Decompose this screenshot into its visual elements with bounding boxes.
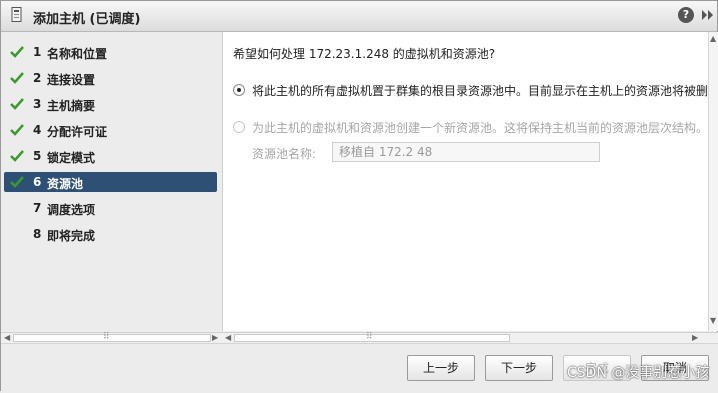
back-button[interactable]: 上一步	[407, 355, 475, 381]
next-button[interactable]: 下一步	[485, 355, 553, 381]
scrollbar-thumb[interactable]	[13, 334, 211, 342]
scroll-left-icon[interactable]: ◀	[4, 333, 10, 342]
scroll-down-icon[interactable]: ▼	[710, 316, 716, 325]
grip-icon: ⠿	[366, 332, 373, 342]
step-label: 主机摘要	[47, 99, 96, 113]
step-number: 3	[33, 97, 42, 111]
step-number: 4	[33, 123, 42, 137]
check-icon	[10, 124, 24, 136]
step-4[interactable]: 4 分配许可证	[4, 120, 217, 140]
step-6[interactable]: 6 资源池	[4, 172, 217, 192]
step-number: 1	[33, 45, 42, 59]
check-icon	[10, 72, 24, 84]
title-bar: 添加主机 (已调度) ?	[1, 1, 717, 32]
step-label: 调度选项	[47, 203, 96, 217]
resource-pool-pane: 希望如何处理 172.23.1.248 的虚拟机和资源池? 将此主机的所有虚拟机…	[222, 32, 709, 331]
scroll-up-icon[interactable]: ▲	[710, 34, 716, 43]
step-number: 2	[33, 71, 42, 85]
step-7[interactable]: 7 调度选项	[4, 198, 217, 218]
step-5[interactable]: 5 锁定模式	[4, 146, 217, 166]
step-label: 名称和位置	[47, 47, 108, 61]
step-number: 8	[33, 227, 42, 241]
step-label: 连接设置	[47, 73, 96, 87]
step-number: 6	[33, 175, 42, 189]
step-2[interactable]: 2 连接设置	[4, 68, 217, 88]
scroll-left-icon[interactable]: ◀	[225, 333, 231, 342]
step-label: 资源池	[47, 177, 84, 191]
wizard-steps-nav: 1 名称和位置 2 连接设置 3 主机摘要 4 分配许可证 5 锁定模式 6 资…	[1, 32, 222, 331]
check-icon	[10, 150, 24, 162]
option-new-pool-radio[interactable]	[233, 121, 245, 133]
step-8[interactable]: 8 即将完成	[4, 224, 217, 244]
check-icon	[10, 176, 24, 188]
help-icon[interactable]: ?	[678, 7, 694, 23]
step-label: 即将完成	[47, 229, 96, 243]
add-host-dialog: 添加主机 (已调度) ? 1 名称和位置 2 连接设置 3 主机摘要 4 分配许…	[0, 0, 718, 393]
scroll-right-icon[interactable]: ▶	[692, 333, 698, 342]
question-text: 希望如何处理 172.23.1.248 的虚拟机和资源池?	[233, 47, 496, 61]
step-label: 锁定模式	[47, 151, 96, 165]
watermark: CSDN @没事别惹小孩	[567, 365, 710, 381]
expand-icon[interactable]	[701, 9, 715, 21]
step-number: 7	[33, 201, 42, 215]
grip-icon: ⠿	[103, 332, 110, 342]
step-3[interactable]: 3 主机摘要	[4, 94, 217, 114]
dialog-title: 添加主机 (已调度)	[33, 12, 141, 27]
option-root-pool-radio[interactable]	[233, 84, 245, 96]
option-root-pool-label[interactable]: 将此主机的所有虚拟机置于群集的根目录资源池中。目前显示在主机上的资源池将被删	[252, 82, 708, 99]
step-1[interactable]: 1 名称和位置	[4, 42, 217, 62]
pool-name-input[interactable]: 移植自 172.2 48	[332, 142, 600, 162]
pool-name-label: 资源池名称:	[252, 147, 317, 161]
scroll-right-icon[interactable]: ▶	[212, 333, 218, 342]
host-icon	[11, 7, 22, 22]
step-number: 5	[33, 149, 42, 163]
check-icon	[10, 46, 24, 58]
content-vertical-scrollbar[interactable]: ▲ ▼	[708, 32, 718, 331]
step-label: 分配许可证	[47, 125, 108, 139]
option-new-pool-label[interactable]: 为此主机的虚拟机和资源池创建一个新资源池。这将保持主机当前的资源池层次结构。	[252, 119, 708, 136]
check-icon	[10, 98, 24, 110]
